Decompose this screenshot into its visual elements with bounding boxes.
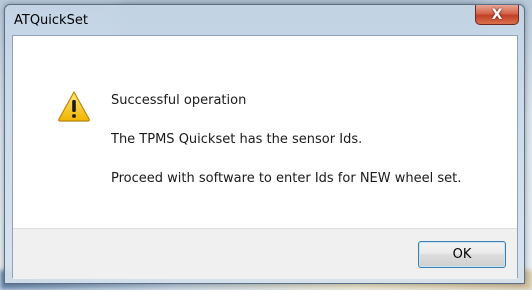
window-title: ATQuickSet xyxy=(14,13,88,28)
message-line-status: Successful operation xyxy=(111,93,247,108)
message-area: Successful operation The TPMS Quickset h… xyxy=(13,36,517,228)
close-icon: X xyxy=(491,6,503,23)
dialog-client-area: Successful operation The TPMS Quickset h… xyxy=(12,35,518,279)
close-button[interactable]: X xyxy=(475,5,519,25)
title-bar[interactable]: ATQuickSet X xyxy=(5,5,524,35)
message-line-instruction: Proceed with software to enter Ids for N… xyxy=(111,171,462,186)
ok-button[interactable]: OK xyxy=(418,241,506,268)
message-dialog: ATQuickSet X Successful operation The TP… xyxy=(4,4,525,284)
button-bar: OK xyxy=(13,228,517,279)
warning-icon xyxy=(58,91,90,122)
message-line-sensor-ids: The TPMS Quickset has the sensor Ids. xyxy=(111,132,363,147)
